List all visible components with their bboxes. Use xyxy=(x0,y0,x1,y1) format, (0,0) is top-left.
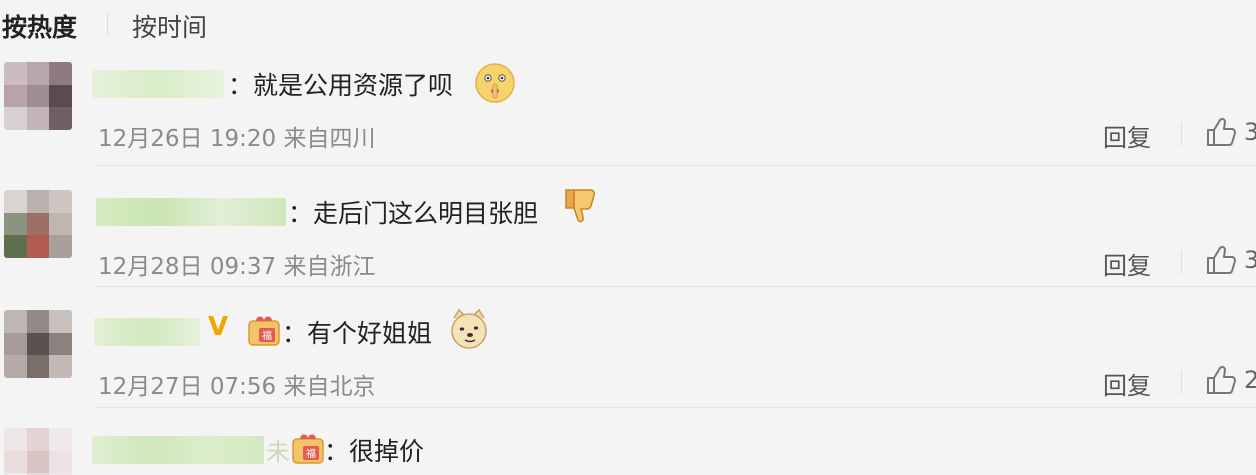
reply-button[interactable]: 回复 xyxy=(1103,118,1151,153)
doge-emoji-icon xyxy=(451,308,487,349)
avatar[interactable] xyxy=(4,190,72,258)
fan-medal-icon: 福 xyxy=(292,434,324,464)
like-count: 3 xyxy=(1244,246,1256,274)
reply-button[interactable]: 回复 xyxy=(1103,246,1151,281)
action-divider xyxy=(1181,370,1182,394)
username[interactable] xyxy=(94,318,200,346)
avatar[interactable] xyxy=(4,62,72,130)
comment-meta: 12月26日 19:20 来自四川 xyxy=(98,126,376,152)
comment-text: ：很掉价 xyxy=(324,437,425,466)
comment-separator xyxy=(95,407,1256,408)
username[interactable] xyxy=(92,436,264,464)
thumbs-down-emoji-icon xyxy=(565,189,595,223)
comment-text: ：走后门这么明目张胆 xyxy=(288,199,539,228)
like-icon[interactable] xyxy=(1204,115,1238,149)
username[interactable] xyxy=(92,70,224,98)
shh-face-emoji-icon xyxy=(475,63,515,103)
svg-text:福: 福 xyxy=(306,447,316,460)
action-divider xyxy=(1181,250,1182,274)
like-count: 3 xyxy=(1244,118,1256,146)
comment-item: V 福 ：有个好姐姐 12月27日 07:56 来自北京 回复 2 xyxy=(0,308,1256,431)
comment-separator xyxy=(95,286,1256,287)
avatar[interactable] xyxy=(4,310,72,378)
comment-text: ：有个好姐姐 xyxy=(282,319,433,348)
sort-by-time-tab[interactable]: 按时间 xyxy=(132,8,207,44)
like-icon[interactable] xyxy=(1204,243,1238,277)
fan-medal-icon: 福 xyxy=(248,316,280,346)
comment-meta: 12月27日 07:56 来自北京 xyxy=(98,374,376,400)
like-count: 2 xyxy=(1244,366,1256,394)
verified-badge: V xyxy=(208,312,229,342)
comment-separator xyxy=(95,165,1256,166)
username[interactable] xyxy=(96,198,286,226)
username-partial: 未 xyxy=(266,438,290,466)
comment-text: ：就是公用资源了呗 xyxy=(228,71,454,100)
sort-divider xyxy=(107,12,108,36)
comment-meta: 12月28日 09:37 来自浙江 xyxy=(98,254,376,280)
like-icon[interactable] xyxy=(1204,363,1238,397)
svg-text:福: 福 xyxy=(262,329,272,342)
sort-bar: 按热度 按时间 xyxy=(0,0,1256,50)
sort-by-hot-tab[interactable]: 按热度 xyxy=(2,8,77,44)
comment-item: ：走后门这么明目张胆 12月28日 09:37 来自浙江 回复 3 xyxy=(0,189,1256,311)
reply-button[interactable]: 回复 xyxy=(1103,366,1151,401)
comment-item: 未 福 ：很掉价 xyxy=(0,428,1256,475)
avatar[interactable] xyxy=(4,428,72,475)
action-divider xyxy=(1181,122,1182,146)
